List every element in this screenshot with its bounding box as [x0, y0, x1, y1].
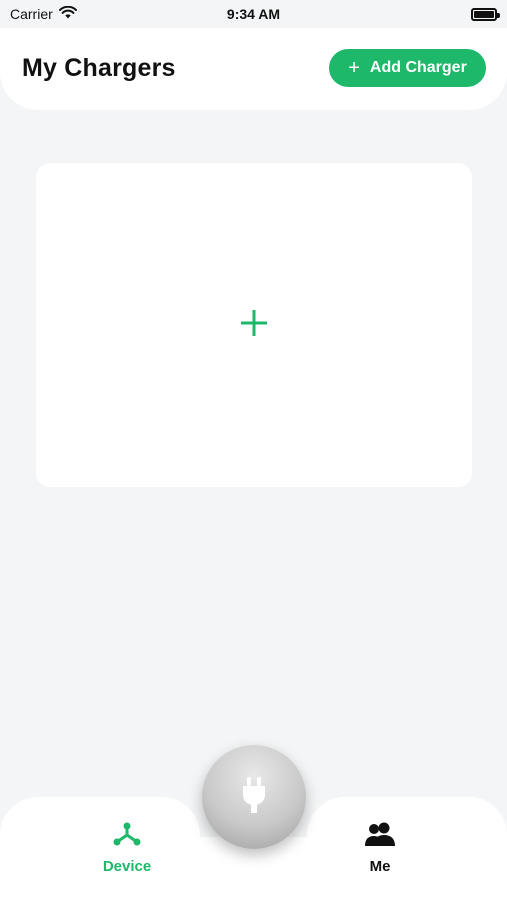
- plug-icon: [240, 775, 268, 820]
- tab-device[interactable]: Device: [90, 821, 164, 875]
- people-icon: [364, 821, 396, 852]
- add-charger-label: Add Charger: [369, 59, 467, 76]
- tab-me-label: Me: [369, 858, 391, 875]
- add-charger-card[interactable]: [36, 163, 472, 487]
- tab-device-label: Device: [102, 858, 152, 875]
- device-network-icon: [113, 821, 141, 852]
- header: My Chargers + Add Charger: [0, 28, 507, 110]
- status-time: 9:34 AM: [226, 6, 281, 22]
- battery-icon: [471, 7, 500, 21]
- status-bar: Carrier 9:34 AM: [0, 0, 507, 28]
- center-charge-button[interactable]: [202, 745, 306, 849]
- tab-me[interactable]: Me: [343, 821, 417, 875]
- page-title: My Chargers: [22, 54, 176, 82]
- add-charger-button[interactable]: + Add Charger: [329, 49, 486, 87]
- plus-icon: [239, 308, 269, 343]
- plus-icon: +: [348, 57, 360, 79]
